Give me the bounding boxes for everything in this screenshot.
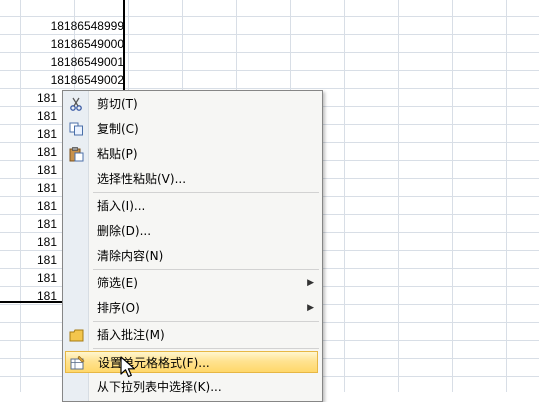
menu-separator <box>93 192 319 193</box>
menu-separator <box>93 321 319 322</box>
comment-icon <box>68 327 84 343</box>
menu-item-paste-special[interactable]: 选择性粘贴(V)... <box>63 168 322 190</box>
menu-item-format-cells[interactable]: 设置单元格格式(F)... <box>65 351 318 373</box>
submenu-arrow-icon: ▶ <box>307 278 314 288</box>
cell[interactable]: 18186549001 <box>0 53 125 71</box>
menu-item-insert-comment[interactable]: 插入批注(M) <box>63 324 322 346</box>
context-menu: 剪切(T) 复制(C) 粘贴(P) 选择性粘贴(V)... 插入(I)... 删… <box>62 90 323 402</box>
scissors-icon <box>68 96 84 112</box>
paste-icon <box>68 146 84 162</box>
format-cells-icon <box>69 355 85 371</box>
menu-item-label: 删除(D)... <box>97 224 152 238</box>
menu-item-sort[interactable]: 排序(O) ▶ <box>63 297 322 319</box>
menu-item-label: 筛选(E) <box>97 276 138 290</box>
menu-item-label: 选择性粘贴(V)... <box>97 172 187 186</box>
menu-item-label: 剪切(T) <box>97 97 138 111</box>
menu-item-clear-contents[interactable]: 清除内容(N) <box>63 245 322 267</box>
cell[interactable]: 18186548999 <box>0 17 125 35</box>
menu-item-label: 复制(C) <box>97 122 139 136</box>
submenu-arrow-icon: ▶ <box>307 303 314 313</box>
menu-item-label: 排序(O) <box>97 301 140 315</box>
copy-icon <box>68 121 84 137</box>
menu-item-cut[interactable]: 剪切(T) <box>63 93 322 115</box>
menu-item-label: 插入批注(M) <box>97 328 165 342</box>
menu-item-paste[interactable]: 粘贴(P) <box>63 143 322 165</box>
cell[interactable]: 18186549000 <box>0 35 125 53</box>
menu-separator <box>93 348 319 349</box>
menu-item-label: 清除内容(N) <box>97 249 164 263</box>
menu-item-filter[interactable]: 筛选(E) ▶ <box>63 272 322 294</box>
menu-item-pick-from-list[interactable]: 从下拉列表中选择(K)... <box>63 376 322 398</box>
menu-item-label: 从下拉列表中选择(K)... <box>97 380 222 394</box>
menu-item-label: 粘贴(P) <box>97 147 138 161</box>
menu-item-delete[interactable]: 删除(D)... <box>63 220 322 242</box>
menu-item-label: 设置单元格格式(F)... <box>98 356 210 370</box>
mouse-cursor-icon <box>119 355 139 379</box>
menu-item-copy[interactable]: 复制(C) <box>63 118 322 140</box>
menu-item-insert[interactable]: 插入(I)... <box>63 195 322 217</box>
menu-separator <box>93 269 319 270</box>
menu-item-label: 插入(I)... <box>97 199 146 213</box>
cell[interactable]: 18186549002 <box>0 71 125 89</box>
